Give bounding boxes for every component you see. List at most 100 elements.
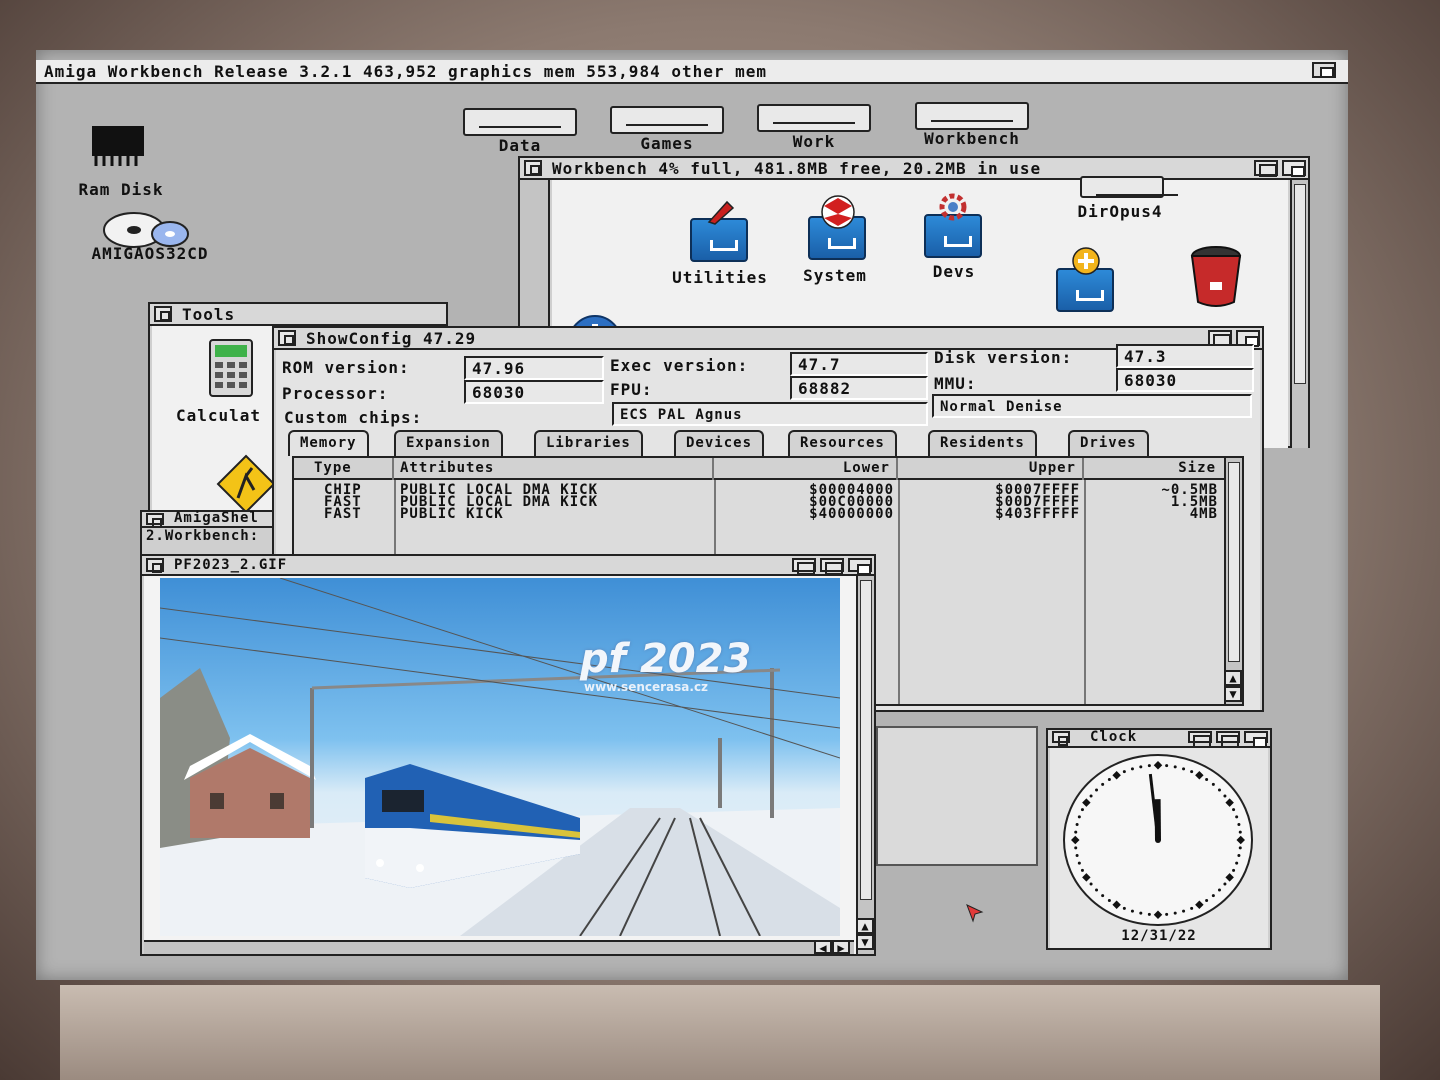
picture-close-gadget[interactable] xyxy=(146,558,164,573)
showconfig-title: ShowConfig 47.29 xyxy=(306,329,477,348)
clock-iconify-gadget[interactable] xyxy=(1188,731,1212,748)
clock-minute-mark xyxy=(1182,909,1186,913)
denise-value: Normal Denise xyxy=(932,394,1252,418)
fpu-label: FPU: xyxy=(610,380,653,399)
picture-scroll-up[interactable]: ▲ xyxy=(856,918,874,934)
clock-depth-gadget[interactable] xyxy=(1244,731,1268,748)
clock-minute-mark xyxy=(1217,788,1221,792)
col-upper[interactable]: Upper xyxy=(898,458,1084,480)
picture-scroll-left[interactable]: ◀ xyxy=(814,940,832,954)
rom-version-value: 47.96 xyxy=(464,356,604,380)
row-attributes: PUBLIC KICK xyxy=(400,506,504,522)
clock-titlebar[interactable]: Clock xyxy=(1048,729,1270,748)
workbench-vertical-scrollbar[interactable] xyxy=(1290,180,1308,448)
picture-window-titlebar[interactable]: PF2023_2.GIF xyxy=(142,556,874,576)
clock-zoom-gadget[interactable] xyxy=(1216,731,1240,748)
tab-devices[interactable]: Devices xyxy=(674,430,765,456)
clock-minute-mark xyxy=(1223,794,1227,798)
col-attributes[interactable]: Attributes xyxy=(394,458,714,480)
ram-disk-icon[interactable] xyxy=(88,124,148,168)
clock-minute-mark xyxy=(1173,911,1177,915)
picture-scroll-knob[interactable] xyxy=(860,580,872,900)
clock-minute-mark xyxy=(1211,782,1215,786)
picture-iconify-gadget[interactable] xyxy=(792,558,816,575)
work-drive-icon[interactable] xyxy=(757,104,871,132)
clock-minute-mark xyxy=(1147,764,1151,768)
train-photo: pf 2023 www.sencerasa.cz xyxy=(160,578,840,936)
col-type[interactable]: Type xyxy=(294,458,394,480)
calculator-label: Calculat xyxy=(176,406,262,425)
winter-train-scene xyxy=(160,578,840,936)
memory-table-scrollbar[interactable]: ▲ ▼ xyxy=(1224,458,1242,704)
clock-minute-mark xyxy=(1122,906,1126,910)
tools-window-title: Tools xyxy=(182,305,236,324)
picture-horizontal-scrollbar[interactable]: ◀ ▶ xyxy=(144,940,854,954)
clock-minute-mark xyxy=(1077,861,1081,865)
tab-drives[interactable]: Drives xyxy=(1068,430,1149,456)
clock-minute-mark xyxy=(1080,868,1084,872)
clock-minute-mark xyxy=(1217,888,1221,892)
clock-minute-mark xyxy=(1205,777,1209,781)
clock-window[interactable]: Clock 12/31/22 xyxy=(1046,728,1272,950)
picture-window-title: PF2023_2.GIF xyxy=(174,557,288,573)
tab-libraries[interactable]: Libraries xyxy=(534,430,643,456)
clock-minute-mark xyxy=(1089,794,1093,798)
amigashell-close-gadget[interactable] xyxy=(146,513,164,528)
data-drive-icon[interactable] xyxy=(463,108,577,136)
clock-minute-mark xyxy=(1147,912,1151,916)
workbench-window-titlebar[interactable]: Workbench 4% full, 481.8MB free, 20.2MB … xyxy=(520,158,1308,180)
games-drive-icon[interactable] xyxy=(610,106,724,134)
col-size[interactable]: Size xyxy=(1084,458,1222,480)
clock-minute-mark xyxy=(1122,770,1126,774)
ram-disk-label: Ram Disk xyxy=(78,180,164,199)
showconfig-titlebar[interactable]: ShowConfig 47.29 xyxy=(274,328,1262,350)
picture-scroll-right[interactable]: ▶ xyxy=(832,940,850,954)
clock-minute-mark xyxy=(1211,894,1215,898)
clock-minute-mark xyxy=(1074,846,1078,850)
scroll-down-arrow[interactable]: ▼ xyxy=(1224,686,1242,702)
tools-window-titlebar[interactable]: Tools xyxy=(150,304,446,326)
tab-residents[interactable]: Residents xyxy=(928,430,1037,456)
tab-memory[interactable]: Memory xyxy=(288,430,369,456)
games-drive-label: Games xyxy=(640,134,694,153)
memory-scroll-knob[interactable] xyxy=(1228,462,1240,662)
picture-zoom-gadget[interactable] xyxy=(820,558,844,575)
picture-depth-gadget[interactable] xyxy=(848,558,872,575)
tab-expansion[interactable]: Expansion xyxy=(394,430,503,456)
clock-minute-mark xyxy=(1130,909,1134,913)
clock-minute-mark xyxy=(1101,894,1105,898)
picture-vertical-scrollbar[interactable]: ▲ ▼ xyxy=(856,576,874,954)
col-lower[interactable]: Lower xyxy=(714,458,898,480)
workbench-zoom-gadget[interactable] xyxy=(1254,160,1278,177)
clock-minute-mark xyxy=(1237,854,1241,858)
clock-minute-mark xyxy=(1232,808,1236,812)
workbench-scroll-knob[interactable] xyxy=(1294,184,1306,384)
screen-depth-gadget[interactable] xyxy=(1312,62,1336,78)
shell-prompt[interactable]: 2.Workbench: xyxy=(146,528,259,544)
table-row[interactable]: FAST PUBLIC KICK $40000000 $403FFFFF 4MB xyxy=(294,506,1222,522)
workbench-depth-gadget[interactable] xyxy=(1282,160,1306,177)
disk-version-label: Disk version: xyxy=(934,348,1073,367)
calculator-icon[interactable] xyxy=(208,338,254,398)
showconfig-close-gadget[interactable] xyxy=(278,330,296,346)
trashcan-icon[interactable] xyxy=(1188,244,1244,310)
screen-title: Amiga Workbench Release 3.2.1 463,952 gr… xyxy=(44,62,768,81)
picture-window[interactable]: PF2023_2.GIF pf 2023 www.sencerasa.cz ▲ … xyxy=(140,554,876,956)
tools-close-gadget[interactable] xyxy=(154,306,172,322)
clock-close-gadget[interactable] xyxy=(1052,731,1070,746)
amigashell-titlebar[interactable]: AmigaShel xyxy=(142,510,290,528)
scroll-up-arrow[interactable]: ▲ xyxy=(1224,670,1242,686)
clock-minute-mark xyxy=(1107,899,1111,903)
mmu-value: 68030 xyxy=(1116,368,1254,392)
road-sign-icon[interactable] xyxy=(216,454,276,514)
workbench-drive-icon[interactable] xyxy=(915,102,1029,130)
boing-ball-icon xyxy=(821,195,855,229)
diropus-drive-icon[interactable] xyxy=(1080,176,1178,198)
disk-version-value: 47.3 xyxy=(1116,344,1254,368)
clock-minute-mark xyxy=(1077,815,1081,819)
tab-resources[interactable]: Resources xyxy=(788,430,897,456)
picture-scroll-down[interactable]: ▼ xyxy=(856,934,874,950)
workbench-close-gadget[interactable] xyxy=(524,160,542,176)
clock-minute-mark xyxy=(1089,882,1093,886)
work-drive-label: Work xyxy=(792,132,836,151)
